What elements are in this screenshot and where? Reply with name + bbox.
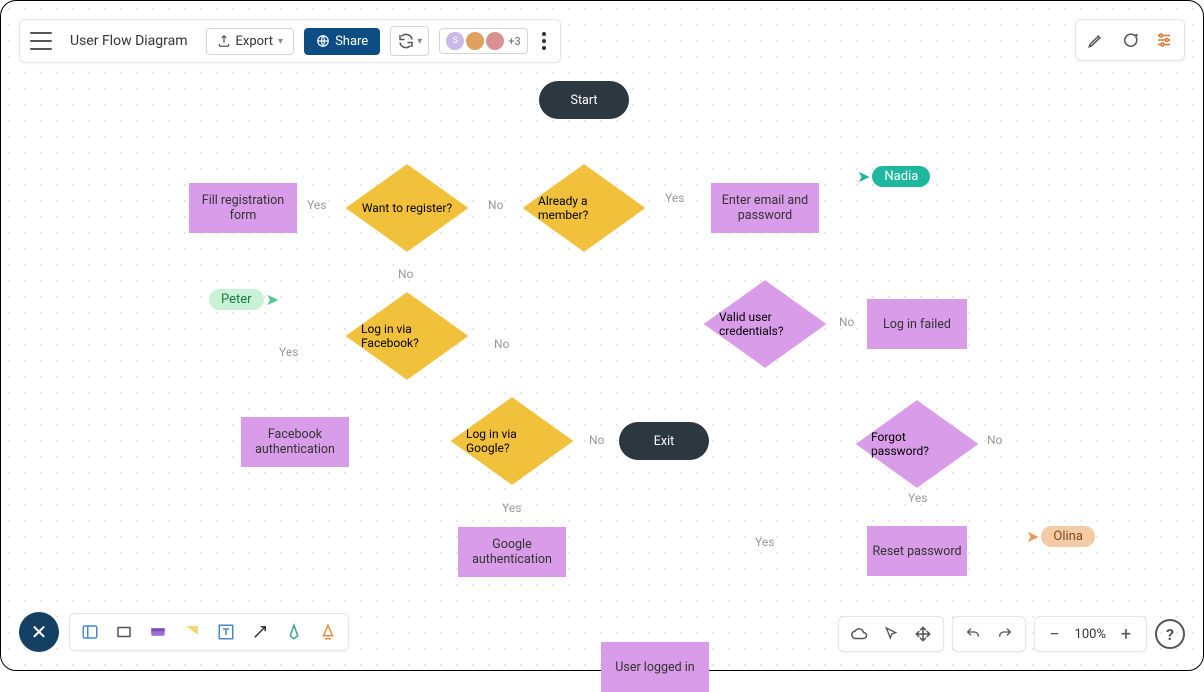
redo-icon	[997, 626, 1013, 642]
zoom-out-button[interactable]: −	[1043, 622, 1067, 646]
cursor-peter: Peter➤	[209, 289, 279, 310]
node-login-facebook[interactable]: Log in via Facebook?	[357, 301, 457, 371]
close-fab[interactable]: ✕	[19, 612, 59, 652]
edit-button[interactable]	[1082, 26, 1110, 54]
label-no: No	[839, 315, 854, 329]
top-right-toolbar	[1075, 19, 1185, 61]
chevron-down-icon: ▾	[278, 36, 283, 47]
arrow-icon	[251, 623, 269, 641]
cloud-button[interactable]	[847, 622, 871, 646]
card-tool[interactable]	[146, 620, 170, 644]
chevron-down-icon: ▾	[417, 36, 422, 47]
collaborator-avatars[interactable]: S +3	[439, 28, 527, 54]
label-yes: Yes	[502, 501, 521, 515]
zoom-level[interactable]: 100%	[1075, 627, 1106, 642]
undo-button[interactable]	[961, 622, 985, 646]
node-login-failed[interactable]: Log in failed	[867, 299, 967, 349]
export-button[interactable]: Export ▾	[206, 28, 295, 55]
label-yes: Yes	[279, 345, 298, 359]
help-icon: ?	[1166, 625, 1174, 644]
cursor-olina: ➤Olina	[1026, 526, 1095, 547]
node-already-member[interactable]: Already a member?	[534, 173, 634, 243]
edit-icon	[1087, 31, 1105, 49]
node-user-logged-in[interactable]: User logged in	[601, 642, 709, 692]
history-group	[952, 616, 1026, 652]
move-button[interactable]	[911, 622, 935, 646]
label-yes: Yes	[307, 198, 326, 212]
avatar	[466, 32, 484, 50]
label-yes: Yes	[665, 191, 684, 205]
minus-icon: −	[1049, 624, 1059, 645]
pointer-button[interactable]	[879, 622, 903, 646]
node-valid-credentials[interactable]: Valid user credentials?	[715, 289, 815, 359]
node-enter-email[interactable]: Enter email and password	[711, 183, 819, 233]
pointer-icon	[883, 626, 899, 642]
node-want-register[interactable]: Want to register?	[357, 173, 457, 243]
cursor-nadia: ➤Nadia	[857, 166, 930, 187]
cursor-icon: ➤	[1026, 527, 1039, 546]
arrow-tool[interactable]	[248, 620, 272, 644]
top-toolbar: User Flow Diagram Export ▾ Share ▾ S +3	[19, 19, 561, 63]
tool-tray	[69, 613, 349, 651]
pen-tool[interactable]	[282, 620, 306, 644]
text-icon	[217, 623, 235, 641]
node-forgot-password[interactable]: Forgot password?	[867, 409, 967, 479]
menu-icon[interactable]	[30, 32, 52, 50]
avatar: S	[446, 32, 464, 50]
node-fill-registration[interactable]: Fill registration form	[189, 183, 297, 233]
sync-button[interactable]: ▾	[390, 26, 429, 56]
sliders-icon	[1155, 31, 1173, 49]
doc-title[interactable]: User Flow Diagram	[62, 33, 196, 49]
cursor-icon: ➤	[857, 167, 870, 186]
node-exit[interactable]: Exit	[619, 422, 709, 460]
node-google-auth[interactable]: Google authentication	[458, 527, 566, 577]
export-icon	[217, 34, 231, 48]
redo-button[interactable]	[993, 622, 1017, 646]
sticky-tool[interactable]	[180, 620, 204, 644]
settings-button[interactable]	[1150, 26, 1178, 54]
highlighter-tool[interactable]	[316, 620, 340, 644]
panel-tool[interactable]	[78, 620, 102, 644]
zoom-in-button[interactable]: +	[1114, 622, 1138, 646]
label-yes: Yes	[908, 491, 927, 505]
sticky-icon	[183, 623, 201, 641]
cloud-icon	[850, 625, 868, 643]
node-facebook-auth[interactable]: Facebook authentication	[241, 417, 349, 467]
label-no: No	[589, 433, 604, 447]
rectangle-icon	[115, 623, 133, 641]
cursor-icon: ➤	[266, 290, 279, 309]
label-no: No	[398, 267, 413, 281]
text-tool[interactable]	[214, 620, 238, 644]
label-no: No	[488, 198, 503, 212]
node-reset-password[interactable]: Reset password	[867, 526, 967, 576]
close-icon: ✕	[31, 620, 48, 644]
avatar	[486, 32, 504, 50]
share-button[interactable]: Share	[304, 28, 380, 55]
node-login-google[interactable]: Log in via Google?	[462, 406, 562, 476]
move-icon	[914, 625, 932, 643]
zoom-group: − 100% +	[1034, 616, 1147, 652]
sync-icon	[397, 32, 415, 50]
comment-button[interactable]	[1116, 26, 1144, 54]
bottom-right-toolbar: − 100% + ?	[838, 616, 1185, 652]
label-yes: Yes	[755, 535, 774, 549]
extra-count: +3	[508, 35, 520, 48]
rectangle-tool[interactable]	[112, 620, 136, 644]
plus-icon: +	[1121, 624, 1131, 645]
card-icon	[149, 623, 167, 641]
chat-icon	[1121, 31, 1139, 49]
pen-icon	[285, 623, 303, 641]
more-menu-icon[interactable]	[538, 28, 550, 54]
label-no: No	[494, 337, 509, 351]
panel-icon	[81, 623, 99, 641]
help-button[interactable]: ?	[1155, 619, 1185, 649]
undo-icon	[965, 626, 981, 642]
bottom-left-toolbar: ✕	[19, 612, 349, 652]
nav-group	[838, 616, 944, 652]
label-no: No	[987, 433, 1002, 447]
globe-icon	[316, 34, 330, 48]
node-start[interactable]: Start	[539, 81, 629, 119]
highlighter-icon	[319, 623, 337, 641]
